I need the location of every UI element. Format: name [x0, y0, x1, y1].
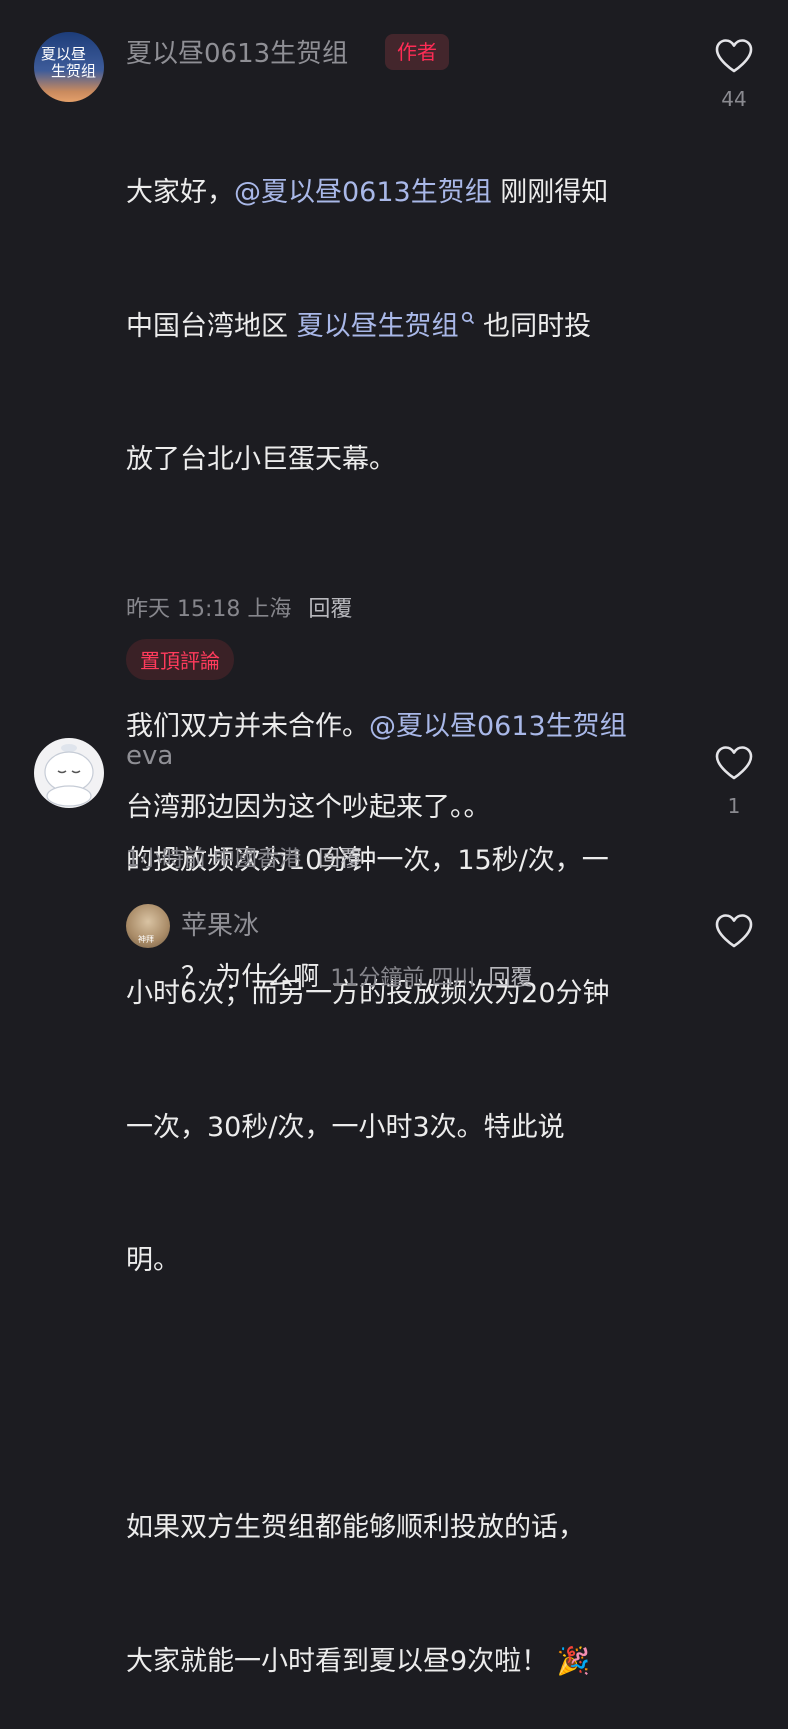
reply-button[interactable]: 回覆	[488, 966, 532, 991]
reply-button[interactable]: 回覆	[318, 847, 362, 872]
comment-line: 我们双方并未合作。@夏以昼0613生贺组	[126, 711, 627, 742]
search-link[interactable]: 夏以昼生贺组	[297, 311, 475, 342]
reply-line: ？ 为什么啊 11分鐘前 四川 回覆	[181, 955, 532, 1000]
comment-text: 台湾那边因为这个吵起来了。。	[126, 792, 491, 823]
comment-line: 明。	[126, 1245, 180, 1276]
search-icon	[461, 311, 474, 324]
author-name[interactable]: 夏以昼0613生贺组	[126, 33, 348, 70]
mention-link[interactable]: @夏以昼0613生贺组	[234, 177, 492, 208]
comment-line: 大家就能一小时看到夏以昼9次啦！ 🎉	[126, 1645, 591, 1677]
like-button[interactable]: 44	[704, 38, 764, 111]
author-badge: 作者	[385, 34, 449, 70]
commenter-name[interactable]: eva	[126, 741, 173, 771]
cartoon-avatar-icon	[44, 744, 94, 807]
comment-line: 中国台湾地区 夏以昼生贺组 也同时投	[126, 310, 592, 342]
comment-line: 如果双方生贺组都能够顺利投放的话，	[126, 1512, 585, 1543]
like-count: 44	[721, 87, 747, 111]
like-button[interactable]	[704, 913, 764, 954]
comment-line: 一次，30秒/次，一小时3次。特此说	[126, 1111, 565, 1143]
mention-link[interactable]: @夏以昼0613生贺组	[369, 711, 627, 742]
reply-button[interactable]: 回覆	[308, 597, 352, 622]
timestamp-location: 1小時前 中國香港	[126, 847, 301, 872]
heart-icon	[715, 914, 753, 948]
pinned-badge: 置頂評論	[126, 639, 234, 680]
comment-meta: 1小時前 中國香港 回覆	[126, 841, 362, 873]
comment-line: 大家好，@夏以昼0613生贺组 刚刚得知	[126, 177, 609, 208]
commenter-name[interactable]: 苹果冰	[181, 905, 259, 942]
heart-icon	[715, 746, 753, 780]
party-popper-icon: 🎉	[556, 1645, 591, 1677]
heart-icon	[715, 39, 753, 73]
avatar-title: 夏以昼 生贺组	[41, 46, 96, 80]
avatar-line1: 夏以昼	[41, 45, 87, 63]
timestamp-location: 昨天 15:18 上海	[126, 597, 292, 622]
comment-text: ？ 为什么啊	[181, 962, 320, 992]
like-count: 1	[727, 794, 741, 818]
avatar-label: 神拜	[138, 935, 154, 944]
timestamp-location: 11分鐘前 四川	[330, 966, 476, 991]
avatar[interactable]: 神拜	[126, 904, 170, 948]
avatar-line2: 生贺组	[51, 62, 97, 80]
like-button[interactable]: 1	[704, 745, 764, 818]
avatar[interactable]: 夏以昼 生贺组	[34, 32, 104, 102]
comment-meta: 昨天 15:18 上海 回覆	[126, 591, 352, 623]
avatar[interactable]	[34, 738, 104, 808]
comment-line: 放了台北小巨蛋天幕。	[126, 444, 396, 475]
